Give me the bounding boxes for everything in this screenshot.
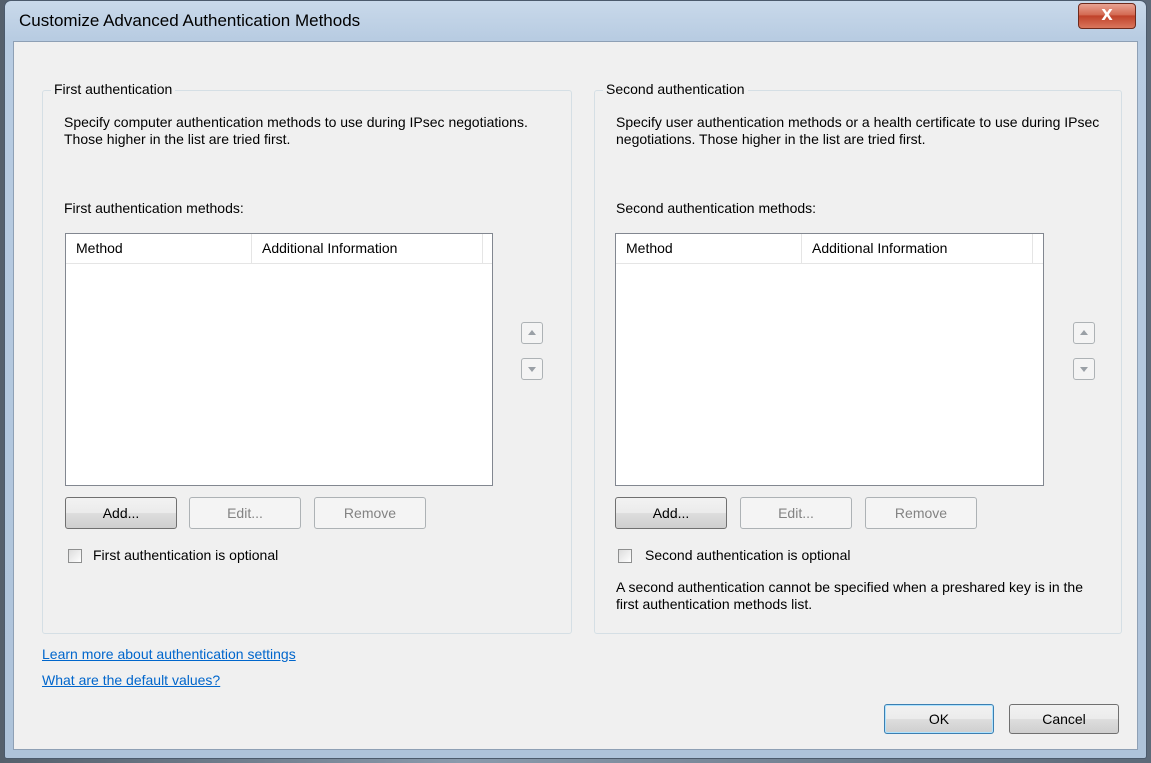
learn-more-link[interactable]: Learn more about authentication settings xyxy=(42,646,296,662)
first-methods-label: First authentication methods: xyxy=(64,200,244,216)
close-icon: X xyxy=(1101,6,1113,24)
up-arrow-icon xyxy=(1080,330,1088,335)
title-bar[interactable]: Customize Advanced Authentication Method… xyxy=(5,1,1146,41)
first-optional-label[interactable]: First authentication is optional xyxy=(93,547,278,563)
dialog-window: Customize Advanced Authentication Method… xyxy=(4,0,1147,759)
first-add-button[interactable]: Add... xyxy=(65,497,177,529)
column-header-additional-information[interactable]: Additional Information xyxy=(802,234,1033,263)
ok-button[interactable]: OK xyxy=(884,704,994,734)
close-button[interactable]: X xyxy=(1078,3,1136,29)
first-authentication-group: First authentication Specify computer au… xyxy=(42,81,572,634)
second-optional-label[interactable]: Second authentication is optional xyxy=(645,547,850,563)
second-authentication-group: Second authentication Specify user authe… xyxy=(594,81,1122,634)
column-header-method[interactable]: Method xyxy=(616,234,802,263)
first-optional-checkbox[interactable] xyxy=(68,549,82,563)
down-arrow-icon xyxy=(1080,367,1088,372)
second-methods-label: Second authentication methods: xyxy=(616,200,817,216)
second-authentication-description: Specify user authentication methods or a… xyxy=(616,114,1100,147)
dialog-title: Customize Advanced Authentication Method… xyxy=(19,11,361,30)
dialog-client-area: First authentication Specify computer au… xyxy=(13,41,1138,750)
first-remove-button[interactable]: Remove xyxy=(314,497,426,529)
default-values-link[interactable]: What are the default values? xyxy=(42,672,220,688)
second-methods-list[interactable]: Method Additional Information xyxy=(615,233,1044,486)
column-header-additional-information[interactable]: Additional Information xyxy=(252,234,483,263)
second-authentication-note: A second authentication cannot be specif… xyxy=(616,579,1083,612)
second-edit-button[interactable]: Edit... xyxy=(740,497,852,529)
second-move-up-button[interactable] xyxy=(1073,322,1095,344)
first-authentication-legend: First authentication xyxy=(51,81,176,97)
first-edit-button[interactable]: Edit... xyxy=(189,497,301,529)
second-move-down-button[interactable] xyxy=(1073,358,1095,380)
second-authentication-legend: Second authentication xyxy=(603,81,748,97)
cancel-button[interactable]: Cancel xyxy=(1009,704,1119,734)
second-add-button[interactable]: Add... xyxy=(615,497,727,529)
first-authentication-description: Specify computer authentication methods … xyxy=(64,114,528,147)
second-methods-list-header: Method Additional Information xyxy=(616,234,1043,264)
first-methods-list[interactable]: Method Additional Information xyxy=(65,233,493,486)
first-move-up-button[interactable] xyxy=(521,322,543,344)
up-arrow-icon xyxy=(528,330,536,335)
down-arrow-icon xyxy=(528,367,536,372)
second-remove-button[interactable]: Remove xyxy=(865,497,977,529)
first-move-down-button[interactable] xyxy=(521,358,543,380)
first-methods-list-header: Method Additional Information xyxy=(66,234,492,264)
second-optional-checkbox[interactable] xyxy=(618,549,632,563)
column-header-method[interactable]: Method xyxy=(66,234,252,263)
